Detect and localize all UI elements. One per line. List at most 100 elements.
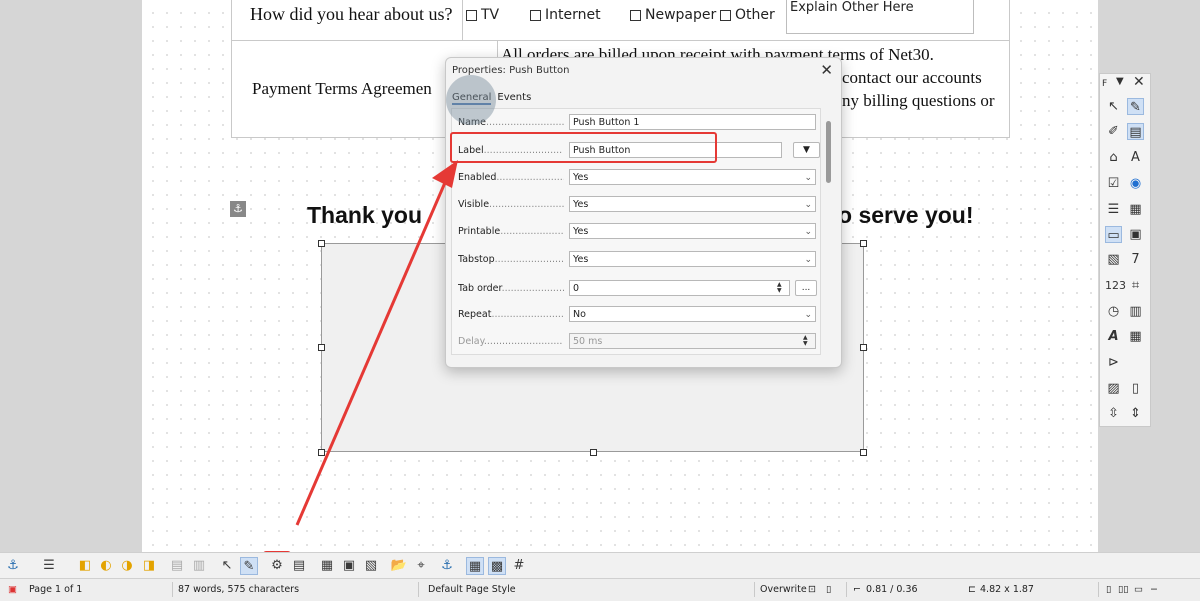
option-button-icon[interactable]: ◉ [1127,175,1144,192]
option-internet[interactable]: Internet [530,7,601,23]
scroll-bar-icon[interactable]: ⇕ [1127,405,1144,422]
currency-field-icon[interactable]: ▥ [1127,303,1144,320]
resize-handle[interactable] [860,449,867,456]
delay-spinner: 50 ms ▲ ▼ [569,333,816,349]
open-design-mode-icon[interactable]: 📂 [390,557,408,575]
forward-one-icon[interactable]: ◐ [97,557,115,575]
sidebar-letter: F [1102,79,1108,89]
snap-grid-icon[interactable]: ▩ [488,557,506,575]
image-control-icon[interactable]: ▨ [1105,380,1122,397]
display-grid-icon[interactable]: ▦ [466,557,484,575]
explain-other-field[interactable]: Explain Other Here [786,0,974,34]
label-highlight-box [450,132,717,163]
backward-one-icon[interactable]: ◑ [118,557,136,575]
helplines-icon[interactable]: # [510,557,528,575]
pattern-field-icon[interactable]: ⌗ [1127,277,1144,294]
word-count[interactable]: 87 words, 575 characters [178,584,299,595]
table-control-icon[interactable]: ▦ [1127,328,1144,345]
select-icon[interactable]: ↖ [1105,98,1122,115]
checkbox-icon[interactable] [466,9,477,21]
document-modified-icon[interactable]: ▣ [8,584,17,595]
activation-order-icon[interactable]: ▧ [362,557,380,575]
label-dropdown-button[interactable]: ▼ [793,142,820,158]
option-other[interactable]: Other [720,7,775,23]
name-input[interactable]: Push Button 1 [569,114,816,130]
multi-page-view-icon[interactable]: ▯▯ [1118,584,1128,595]
dialog-scrollbar[interactable] [826,121,831,183]
resize-handle[interactable] [860,240,867,247]
navigation-bar-icon[interactable]: ⊳ [1105,354,1122,371]
font-work-icon[interactable]: A [1105,328,1122,345]
payment-terms-label: Payment Terms Agreemen [252,79,432,98]
ungroup-icon[interactable]: ▥ [190,557,208,575]
status-bar: ▣ Page 1 of 1 87 words, 575 characters D… [0,578,1200,601]
image-button-icon[interactable]: ▣ [1127,226,1144,243]
property-label: Repeat [458,308,492,320]
chevron-down-icon: ⌄ [804,173,812,183]
sidebar-menu-icon[interactable]: ▼ [1116,76,1124,87]
chevron-down-icon: ⌄ [804,200,812,210]
book-view-icon[interactable]: ▭ [1134,584,1143,595]
sidebar-close-icon[interactable]: ✕ [1133,74,1145,90]
add-field-icon[interactable]: ▣ [340,557,358,575]
form-navigator-icon[interactable]: ▦ [318,557,336,575]
property-row-tab-order: Tab order.......................... [458,282,564,294]
zoom-out-icon[interactable]: − [1150,584,1158,595]
anchor-menu-icon[interactable]: ⚓ [4,557,22,575]
date-field-icon[interactable]: 7 [1127,251,1144,268]
anchor-icon[interactable]: ⚓ [230,201,246,217]
checkbox-icon[interactable] [720,9,731,21]
option-newpaper[interactable]: Newpaper [630,7,716,23]
page-style[interactable]: Default Page Style [428,584,516,595]
resize-handle[interactable] [318,449,325,456]
tab-events[interactable]: Events [497,92,531,105]
form-properties-button-icon[interactable]: ▤ [290,557,308,575]
enabled-select[interactable]: Yes ⌄ [569,169,816,185]
label-field-icon[interactable]: ⌂ [1105,149,1122,166]
checkbox-icon[interactable] [530,9,541,21]
resize-handle[interactable] [860,344,867,351]
combo-box-icon[interactable]: ▦ [1127,201,1144,218]
select-tool-icon[interactable]: ↖ [218,557,236,575]
status-separator [418,582,419,597]
repeat-select[interactable]: No ⌄ [569,306,816,322]
check-box-icon[interactable]: ☑ [1105,175,1122,192]
property-label: Visible [458,198,490,210]
insert-mode[interactable]: Overwrite [760,584,807,595]
send-back-icon[interactable]: ◨ [140,557,158,575]
text-box-icon[interactable]: A [1127,149,1144,166]
push-button-icon[interactable]: ▭ [1105,226,1122,243]
printable-select[interactable]: Yes ⌄ [569,223,816,239]
list-box-icon[interactable]: ☰ [1105,201,1122,218]
resize-handle[interactable] [318,240,325,247]
group-icon[interactable]: ▤ [168,557,186,575]
time-field-icon[interactable]: ◷ [1105,303,1122,320]
auto-control-focus-icon[interactable]: ⌖ [412,557,430,575]
checkbox-icon[interactable] [630,9,641,21]
formatted-field-icon[interactable]: ▧ [1105,251,1122,268]
selection-mode-icon[interactable]: ⊡ [808,584,816,595]
design-mode-icon[interactable]: ✎ [1127,98,1144,115]
control-properties-button-icon[interactable]: ⚙ [268,557,286,575]
visible-select[interactable]: Yes ⌄ [569,196,816,212]
option-tv[interactable]: TV [466,7,499,23]
bring-front-icon[interactable]: ◧ [76,557,94,575]
single-page-view-icon[interactable]: ▯ [1106,584,1111,595]
close-icon[interactable]: ✕ [820,61,833,79]
resize-handle[interactable] [590,449,597,456]
page-indicator[interactable]: Page 1 of 1 [29,584,82,595]
property-label: Tab order [458,282,502,294]
tab-order-more-button[interactable]: ... [795,280,817,296]
anchor-tool-icon[interactable]: ⚓ [438,557,456,575]
tab-order-spinner[interactable]: 0 ▲ ▼ [569,280,790,296]
control-properties-icon[interactable]: ✐ [1105,123,1122,140]
tabstop-select[interactable]: Yes ⌄ [569,251,816,267]
spin-button-icon[interactable]: ⇳ [1105,405,1122,422]
align-menu-icon[interactable]: ☰ [40,557,58,575]
spin-arrows-icon[interactable]: ▲ ▼ [777,282,787,294]
form-properties-icon[interactable]: ▤ [1127,123,1144,140]
resize-handle[interactable] [318,344,325,351]
design-mode-toggle-icon[interactable]: ✎ [240,557,258,575]
file-selection-icon[interactable]: ▯ [1127,380,1144,397]
numeric-field-icon[interactable]: 123 [1105,277,1126,294]
